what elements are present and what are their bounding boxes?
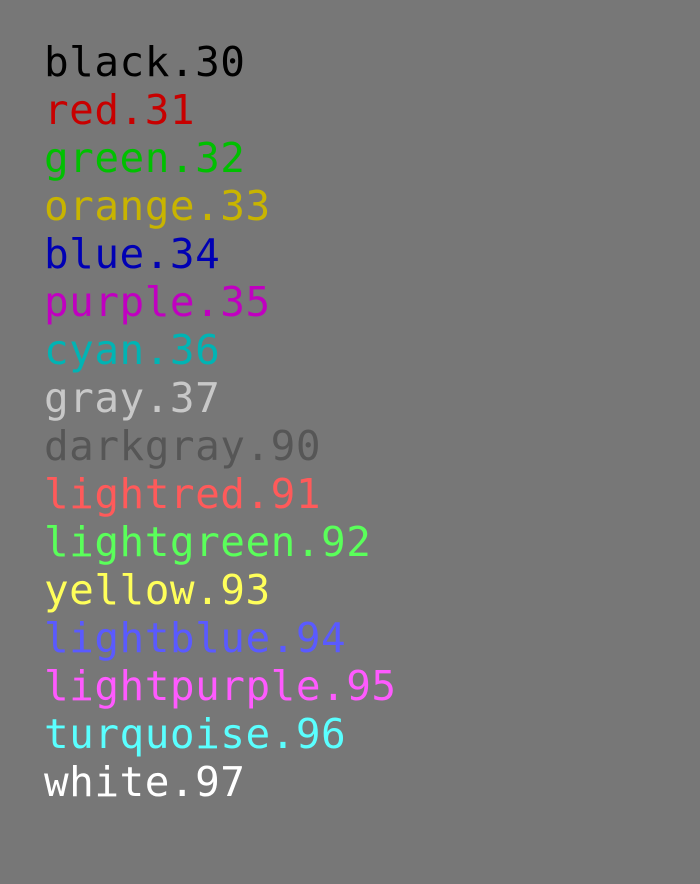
color-code-list: black.30 red.31 green.32 orange.33 blue.… bbox=[44, 38, 397, 806]
color-line-white: white.97 bbox=[44, 758, 246, 806]
color-line-purple: purple.35 bbox=[44, 278, 271, 326]
color-line-turquoise: turquoise.96 bbox=[44, 710, 347, 758]
color-line-green: green.32 bbox=[44, 134, 246, 182]
color-line-gray: gray.37 bbox=[44, 374, 221, 422]
color-line-red: red.31 bbox=[44, 86, 196, 134]
color-line-blue: blue.34 bbox=[44, 230, 221, 278]
color-line-black: black.30 bbox=[44, 38, 246, 86]
color-line-yellow: yellow.93 bbox=[44, 566, 271, 614]
color-line-lightblue: lightblue.94 bbox=[44, 614, 347, 662]
color-line-lightred: lightred.91 bbox=[44, 470, 322, 518]
color-line-orange: orange.33 bbox=[44, 182, 271, 230]
color-line-lightgreen: lightgreen.92 bbox=[44, 518, 372, 566]
terminal-window: black.30 red.31 green.32 orange.33 blue.… bbox=[0, 0, 700, 884]
color-line-lightpurple: lightpurple.95 bbox=[44, 662, 397, 710]
color-line-cyan: cyan.36 bbox=[44, 326, 221, 374]
color-line-darkgray: darkgray.90 bbox=[44, 422, 322, 470]
